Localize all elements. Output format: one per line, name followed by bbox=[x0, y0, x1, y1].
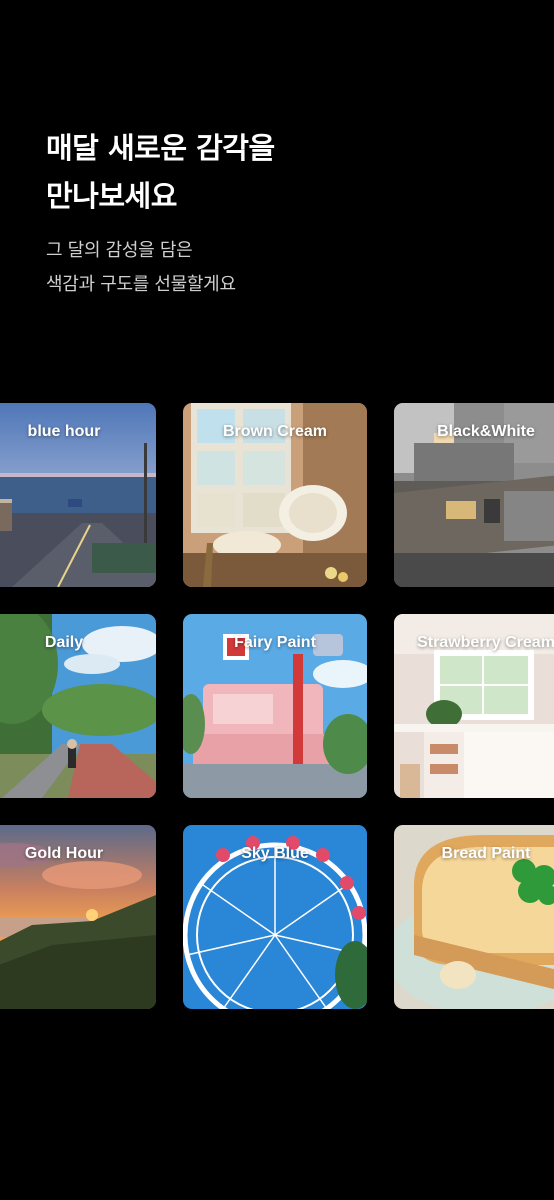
filter-label: Daily bbox=[44, 634, 84, 651]
filter-tile-sky-blue[interactable]: Sky Blue bbox=[183, 825, 367, 1009]
filter-label: Bread Paint bbox=[441, 845, 531, 862]
filter-label: Sky Blue bbox=[241, 845, 309, 862]
filter-label: Brown Cream bbox=[222, 423, 328, 440]
filter-tile-brown-cream[interactable]: Brown Cream bbox=[183, 403, 367, 587]
filter-label: Strawberry Cream bbox=[417, 634, 554, 651]
filter-tile-bread-paint[interactable]: Bread Paint bbox=[394, 825, 554, 1009]
filter-label: Black&White bbox=[437, 423, 535, 440]
filter-tile-gold-hour[interactable]: Gold Hour bbox=[0, 825, 156, 1009]
filter-tile-black-white[interactable]: Black&White bbox=[394, 403, 554, 587]
filter-label: Fairy Paint bbox=[234, 634, 316, 651]
filter-tile-blue-hour[interactable]: blue hour bbox=[0, 403, 156, 587]
filter-label: Gold Hour bbox=[24, 845, 104, 862]
filter-tile-daily[interactable]: Daily bbox=[0, 614, 156, 798]
filter-tile-strawberry-cream[interactable]: Strawberry Cream bbox=[394, 614, 554, 798]
filter-label: blue hour bbox=[27, 423, 101, 440]
filter-grid: blue hour Brown Cream Black&White Daily … bbox=[0, 0, 554, 1200]
filter-tile-fairy-paint[interactable]: Fairy Paint bbox=[183, 614, 367, 798]
